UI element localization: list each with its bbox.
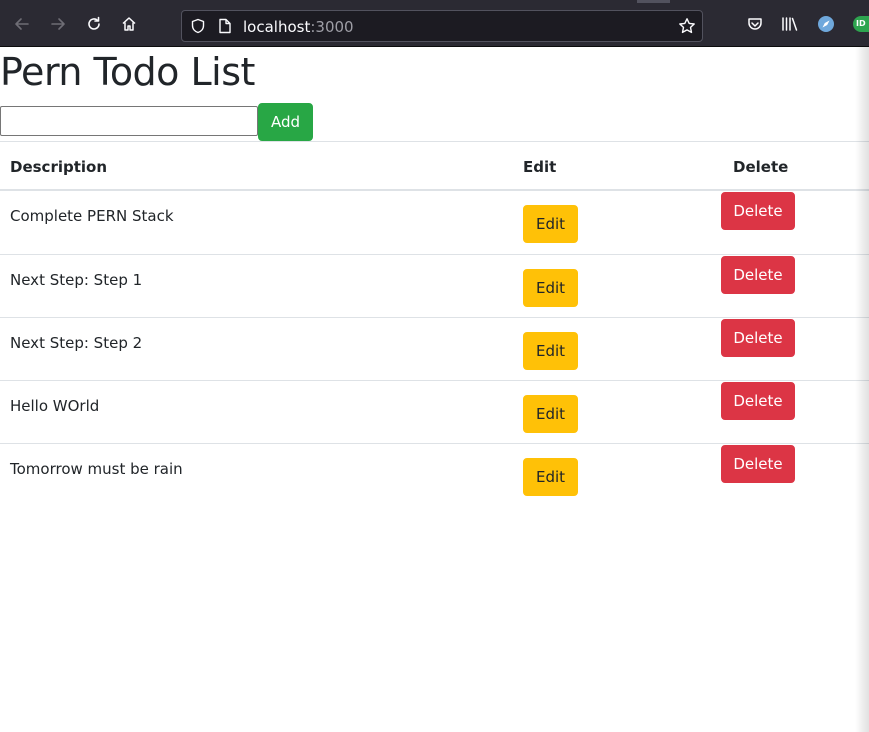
delete-button[interactable]: Delete: [721, 382, 795, 420]
header-delete: Delete: [733, 158, 789, 176]
delete-button[interactable]: Delete: [721, 445, 795, 483]
url-text[interactable]: localhost:3000: [243, 17, 354, 37]
pocket-button[interactable]: [741, 10, 769, 38]
todo-description: Hello WOrld: [10, 397, 100, 415]
add-button[interactable]: Add: [258, 103, 313, 141]
todo-input[interactable]: [0, 106, 258, 136]
window-edge-shadow: [855, 47, 869, 732]
todo-table-body: Complete PERN Stack Edit Delete Next Ste…: [0, 191, 869, 506]
library-button[interactable]: [776, 10, 804, 38]
extension-badge-icon[interactable]: ID: [853, 16, 869, 32]
compass-icon: [818, 16, 834, 32]
table-row: Hello WOrld Edit Delete: [0, 380, 869, 443]
table-row: Tomorrow must be rain Edit Delete: [0, 443, 869, 506]
arrow-left-icon: [15, 18, 29, 30]
tab-strip-edge: [637, 0, 670, 3]
table-row: Next Step: Step 1 Edit Delete: [0, 254, 869, 317]
edit-button[interactable]: Edit: [523, 269, 578, 307]
delete-button[interactable]: Delete: [721, 256, 795, 294]
reload-button[interactable]: [80, 10, 108, 38]
arrow-right-icon: [51, 18, 65, 30]
reload-icon: [88, 16, 100, 30]
page-icon[interactable]: [218, 18, 232, 34]
edit-button[interactable]: Edit: [523, 395, 578, 433]
extension-button[interactable]: [812, 10, 840, 38]
edit-button[interactable]: Edit: [523, 458, 578, 496]
page-title: Pern Todo List: [0, 50, 255, 94]
back-button[interactable]: [8, 10, 36, 38]
page-content: Pern Todo List Add Description Edit Dele…: [0, 47, 869, 732]
pocket-icon: [748, 18, 762, 30]
todo-description: Tomorrow must be rain: [10, 460, 183, 478]
todo-description: Complete PERN Stack: [10, 207, 174, 225]
delete-button[interactable]: Delete: [721, 192, 795, 230]
todo-description: Next Step: Step 2: [10, 334, 143, 352]
delete-button[interactable]: Delete: [721, 319, 795, 357]
bookmark-star-icon[interactable]: [678, 17, 696, 35]
edit-button[interactable]: Edit: [523, 205, 578, 243]
shield-icon[interactable]: [190, 18, 206, 34]
header-edit: Edit: [523, 158, 557, 176]
url-port: :3000: [310, 18, 354, 36]
url-host: localhost: [243, 18, 311, 36]
home-icon: [122, 17, 136, 31]
browser-toolbar: localhost:3000 ID: [0, 0, 869, 47]
table-header: Description Edit Delete: [0, 141, 869, 191]
library-icon: [782, 17, 798, 31]
table-row: Next Step: Step 2 Edit Delete: [0, 317, 869, 380]
todo-description: Next Step: Step 1: [10, 271, 143, 289]
forward-button[interactable]: [44, 10, 72, 38]
url-bar[interactable]: localhost:3000: [181, 10, 703, 42]
header-description: Description: [10, 158, 108, 176]
edit-button[interactable]: Edit: [523, 332, 578, 370]
table-row: Complete PERN Stack Edit Delete: [0, 191, 869, 254]
home-button[interactable]: [115, 10, 143, 38]
